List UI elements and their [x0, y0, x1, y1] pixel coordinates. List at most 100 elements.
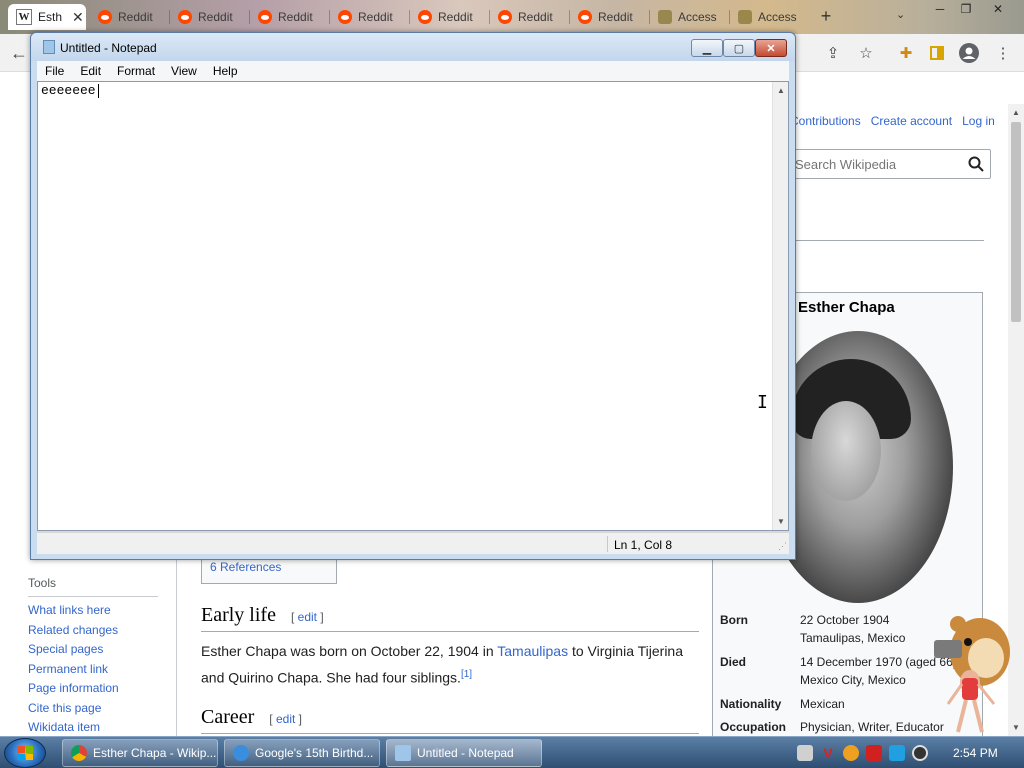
tab-label: Access [678, 10, 717, 24]
restore-icon[interactable]: ❐ [956, 2, 976, 16]
maximize-button[interactable]: ▢ [723, 39, 755, 57]
tab-reddit[interactable]: Reddit [90, 4, 170, 30]
wikipedia-search-box[interactable] [786, 149, 991, 179]
close-icon[interactable]: ✕ [72, 9, 84, 26]
reddit-icon [178, 10, 192, 24]
tray-volume-icon[interactable] [912, 745, 928, 761]
taskbar: Esther Chapa - Wikip... Google's 15th Bi… [0, 736, 1024, 768]
tab-access[interactable]: Access [650, 4, 730, 30]
paragraph-text: Esther Chapa was born on October 22, 190… [201, 643, 498, 659]
reddit-icon [418, 10, 432, 24]
born-date: 22 October 1904 [800, 613, 890, 627]
wikipedia-icon: W [16, 9, 32, 25]
tab-esther-chapa[interactable]: W Esth ✕ [8, 4, 86, 30]
close-button[interactable]: ✕ [755, 39, 787, 57]
section-title: Early life [201, 604, 276, 626]
taskbar-button-ie[interactable]: Google's 15th Birthd... [224, 739, 380, 767]
tab-reddit[interactable]: Reddit [490, 4, 570, 30]
vertical-scrollbar[interactable]: ▲ ▼ [772, 82, 788, 530]
infobox-label: Born [720, 613, 748, 627]
new-tab-button[interactable]: + [816, 6, 836, 26]
desktop-pet-hamster[interactable] [928, 612, 1012, 736]
reddit-icon [578, 10, 592, 24]
resize-grip-icon[interactable]: ⋰ [778, 541, 787, 552]
extensions-puzzle-icon[interactable]: ✚ [895, 42, 917, 64]
edit-link[interactable]: edit [276, 712, 295, 726]
menu-file[interactable]: File [37, 64, 72, 78]
tool-permanent-link[interactable]: Permanent link [28, 660, 158, 680]
tab-label: Reddit [198, 10, 233, 24]
reddit-icon [498, 10, 512, 24]
start-button[interactable] [4, 738, 46, 768]
menu-edit[interactable]: Edit [72, 64, 109, 78]
notepad-menu-bar: File Edit Format View Help [37, 61, 789, 81]
taskbar-label: Google's 15th Birthd... [255, 746, 374, 760]
chevron-down-icon[interactable]: ⌄ [896, 8, 905, 21]
back-arrow-icon[interactable]: ← [8, 42, 30, 64]
minimize-icon[interactable]: ─ [930, 2, 950, 16]
tamaulipas-link[interactable]: Tamaulipas [497, 643, 568, 659]
taskbar-button-notepad[interactable]: Untitled - Notepad [386, 739, 542, 767]
notepad-text-area[interactable]: eeeeeee ▲ ▼ [37, 81, 789, 531]
scroll-down-icon[interactable]: ▼ [777, 517, 785, 526]
infobox-title: Esther Chapa [798, 299, 895, 316]
tab-label: Reddit [118, 10, 153, 24]
share-icon[interactable]: ⇪ [822, 42, 844, 64]
tool-cite-this-page[interactable]: Cite this page [28, 699, 158, 719]
menu-view[interactable]: View [163, 64, 205, 78]
menu-help[interactable]: Help [205, 64, 246, 78]
tray-v-icon[interactable]: V [820, 745, 836, 761]
notepad-status-bar: Ln 1, Col 8 ⋰ [37, 532, 789, 554]
tool-related-changes[interactable]: Related changes [28, 621, 158, 641]
tray-monitor-icon[interactable] [889, 745, 905, 761]
search-icon[interactable] [968, 156, 984, 175]
tool-special-pages[interactable]: Special pages [28, 640, 158, 660]
tab-reddit[interactable]: Reddit [250, 4, 330, 30]
ie-icon [233, 745, 249, 761]
search-input[interactable] [787, 150, 957, 178]
tab-label: Reddit [358, 10, 393, 24]
tab-label: Esth [38, 10, 63, 24]
tab-reddit[interactable]: Reddit [410, 4, 490, 30]
tool-wikidata-item[interactable]: Wikidata item [28, 718, 158, 736]
star-icon[interactable]: ☆ [855, 42, 877, 64]
tab-reddit[interactable]: Reddit [570, 4, 650, 30]
scroll-up-icon[interactable]: ▲ [1012, 108, 1020, 117]
scrollbar-thumb[interactable] [1011, 122, 1021, 322]
menu-format[interactable]: Format [109, 64, 163, 78]
born-place: Tamaulipas, Mexico [800, 631, 906, 645]
scroll-up-icon[interactable]: ▲ [777, 86, 785, 95]
sidepanel-icon[interactable] [926, 42, 948, 64]
chrome-icon [71, 745, 87, 761]
tab-label: Reddit [438, 10, 473, 24]
more-menu-icon[interactable]: ⋮ [992, 42, 1014, 64]
tool-what-links-here[interactable]: What links here [28, 601, 158, 621]
tray-app-icon[interactable] [797, 745, 813, 761]
reference-link[interactable]: [1] [461, 669, 472, 680]
log-in-link[interactable]: Log in [962, 114, 995, 128]
tray-flag-icon[interactable] [866, 745, 882, 761]
section-heading-early-life: Early life [ edit ] [201, 604, 699, 632]
access-icon [738, 10, 752, 24]
contributions-link[interactable]: Contributions [790, 114, 861, 128]
create-account-link[interactable]: Create account [871, 114, 952, 128]
tab-reddit[interactable]: Reddit [330, 4, 410, 30]
paragraph: Esther Chapa was born on October 22, 190… [201, 640, 701, 690]
close-icon[interactable]: ✕ [988, 2, 1008, 16]
clock[interactable]: 2:54 PM [953, 746, 998, 760]
divider [786, 240, 984, 241]
notepad-window: Untitled - Notepad ▁ ▢ ✕ File Edit Forma… [30, 32, 796, 560]
notepad-content[interactable]: eeeeeee [41, 82, 96, 100]
edit-link[interactable]: edit [298, 610, 317, 624]
taskbar-button-chrome[interactable]: Esther Chapa - Wikip... [62, 739, 218, 767]
tab-access[interactable]: Access [730, 4, 810, 30]
died-place: Mexico City, Mexico [800, 673, 906, 687]
minimize-button[interactable]: ▁ [691, 39, 723, 57]
tool-page-information[interactable]: Page information [28, 679, 158, 699]
tray-search-icon[interactable] [843, 745, 859, 761]
scroll-down-icon[interactable]: ▼ [1012, 723, 1020, 732]
profile-avatar-icon[interactable] [958, 42, 980, 64]
toc-item-references[interactable]: 6 References [210, 560, 281, 574]
notepad-title-bar[interactable]: Untitled - Notepad ▁ ▢ ✕ [31, 33, 795, 61]
tab-reddit[interactable]: Reddit [170, 4, 250, 30]
